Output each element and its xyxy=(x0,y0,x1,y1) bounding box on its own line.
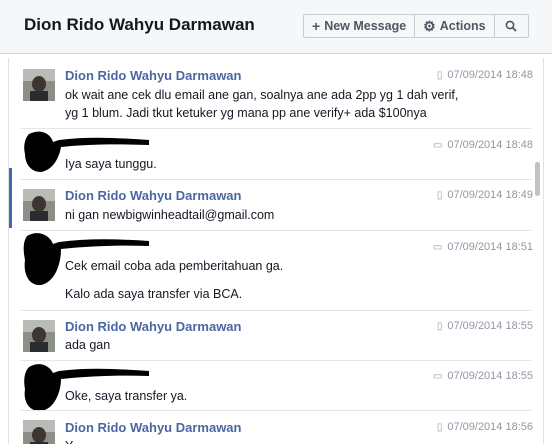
search-button[interactable] xyxy=(494,14,529,38)
message-timestamp: 07/09/2014 18:48 xyxy=(447,139,533,151)
new-message-button[interactable]: + New Message xyxy=(303,14,416,38)
message-text: yg 1 blum. Jadi tkut ketuker yg mana pp … xyxy=(65,106,427,120)
message-timestamp: 07/09/2014 18:55 xyxy=(447,370,533,382)
message-timestamp: 07/09/2014 18:56 xyxy=(447,421,533,433)
message-timestamp: 07/09/2014 18:51 xyxy=(447,241,533,253)
message-thread[interactable]: Dion Rido Wahyu Darmawan ▯ 07/09/2014 18… xyxy=(8,58,544,444)
sender-name-link[interactable]: Dion Rido Wahyu Darmawan xyxy=(65,319,241,334)
sender-avatar[interactable] xyxy=(23,320,55,352)
plus-icon: + xyxy=(312,18,321,34)
conversation-header: Dion Rido Wahyu Darmawan + New Message ⚙… xyxy=(0,0,552,54)
new-message-label: New Message xyxy=(324,19,407,33)
conversation-title: Dion Rido Wahyu Darmawan xyxy=(24,15,255,34)
header-button-group: + New Message ⚙ Actions xyxy=(303,14,529,38)
mobile-phone-icon: ▯ xyxy=(436,320,443,332)
mobile-phone-icon: ▯ xyxy=(436,421,443,433)
mobile-phone-icon: ▯ xyxy=(436,69,443,81)
message-meta: ▯ 07/09/2014 18:56 xyxy=(437,421,533,433)
gear-icon: ⚙ xyxy=(423,17,436,34)
actions-button[interactable]: ⚙ Actions xyxy=(415,14,495,38)
message-text: Oke, saya transfer ya. xyxy=(65,389,188,403)
search-icon xyxy=(505,20,517,32)
message-text: Y xyxy=(65,438,73,444)
sender-name-link[interactable]: Dion Rido Wahyu Darmawan xyxy=(65,188,241,203)
message-text: ok wait ane cek dlu email ane gan, soaln… xyxy=(65,88,459,102)
message-meta: ▭ 07/09/2014 18:51 xyxy=(433,241,533,253)
message-separator xyxy=(21,310,531,311)
chat-bubble-icon: ▭ xyxy=(432,241,443,253)
message-text: ada gan xyxy=(65,338,111,352)
sender-avatar[interactable] xyxy=(23,69,55,101)
mobile-phone-icon: ▯ xyxy=(436,189,443,201)
message-timestamp: 07/09/2014 18:49 xyxy=(447,189,533,201)
actions-label: Actions xyxy=(439,19,486,33)
message-timestamp: 07/09/2014 18:55 xyxy=(447,320,533,332)
message-meta: ▭ 07/09/2014 18:55 xyxy=(433,370,533,382)
message-meta: ▯ 07/09/2014 18:55 xyxy=(437,320,533,332)
message-text: Kalo ada saya transfer via BCA. xyxy=(65,287,243,301)
message-meta: ▯ 07/09/2014 18:49 xyxy=(437,189,533,201)
message-meta: ▭ 07/09/2014 18:48 xyxy=(433,139,533,151)
message-text: Iya saya tunggu. xyxy=(65,157,157,171)
chat-bubble-icon: ▭ xyxy=(432,370,443,382)
sender-name-link[interactable]: Dion Rido Wahyu Darmawan xyxy=(65,420,241,435)
message-text: Cek email coba ada pemberitahuan ga. xyxy=(65,259,284,273)
message-separator xyxy=(21,179,531,180)
message-separator xyxy=(21,410,531,411)
message-timestamp: 07/09/2014 18:48 xyxy=(447,69,533,81)
thread-left-indicator xyxy=(9,168,12,228)
message-text: ni gan newbigwinheadtail@gmail.com xyxy=(65,208,275,222)
sender-avatar[interactable] xyxy=(23,189,55,221)
thread-scrollbar[interactable] xyxy=(535,162,540,196)
redacted-sender xyxy=(24,364,149,412)
message-meta: ▯ 07/09/2014 18:48 xyxy=(437,69,533,81)
chat-bubble-icon: ▭ xyxy=(432,139,443,151)
sender-name-link[interactable]: Dion Rido Wahyu Darmawan xyxy=(65,68,241,83)
sender-avatar[interactable] xyxy=(23,420,55,444)
